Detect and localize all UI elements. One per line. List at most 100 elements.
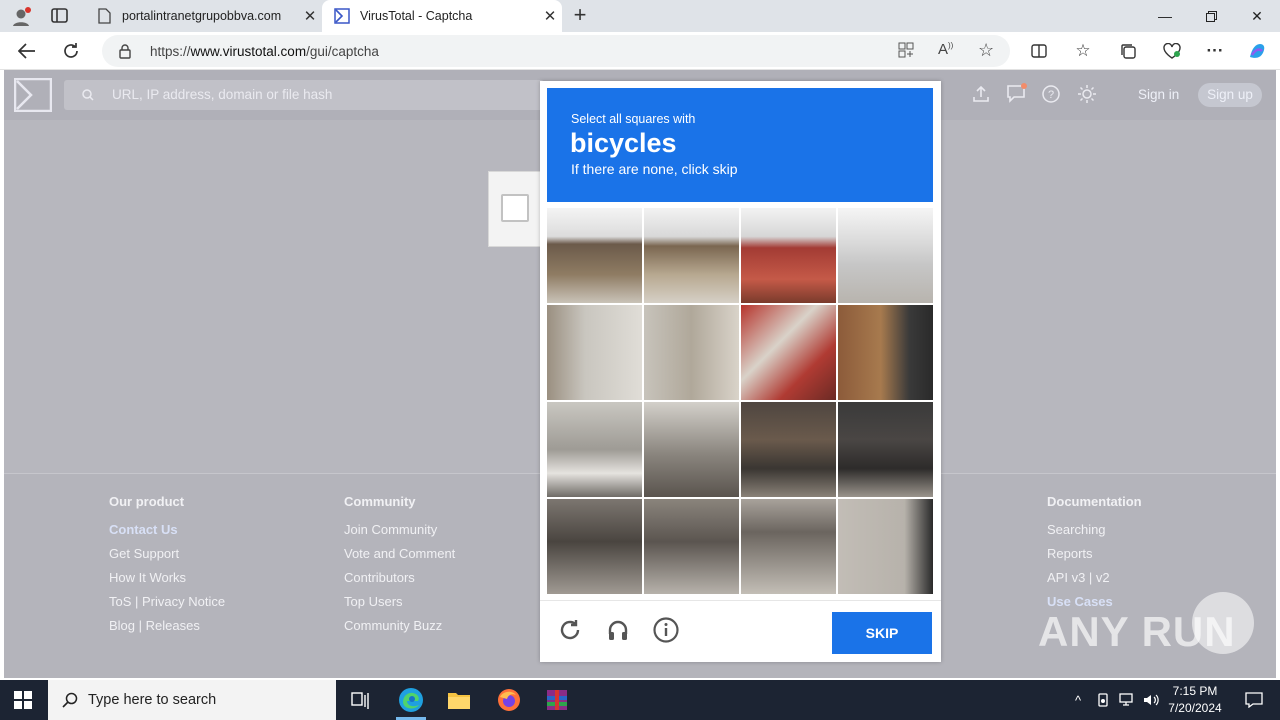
- tab-actions-icon[interactable]: [50, 7, 70, 25]
- collections-icon[interactable]: [1113, 36, 1143, 66]
- footer-community: Community Join Community Vote and Commen…: [344, 494, 455, 642]
- virustotal-logo[interactable]: [13, 77, 53, 117]
- split-screen-icon[interactable]: [1024, 36, 1054, 66]
- footer-heading: Community: [344, 494, 416, 509]
- network-icon[interactable]: [1116, 680, 1138, 720]
- captcha-tile[interactable]: [838, 305, 933, 400]
- tab-title: VirusTotal - Captcha: [360, 9, 473, 23]
- skip-button[interactable]: SKIP: [832, 612, 932, 654]
- sign-up-button[interactable]: Sign up: [1198, 83, 1262, 107]
- volume-icon[interactable]: [1140, 680, 1162, 720]
- back-icon[interactable]: [12, 36, 42, 66]
- windows-start-icon[interactable]: [0, 680, 46, 720]
- close-tab-icon[interactable]: ✕: [538, 7, 562, 25]
- captcha-tile[interactable]: [838, 208, 933, 303]
- task-view-icon[interactable]: [338, 680, 384, 720]
- anyrun-play-icon: [1192, 592, 1254, 654]
- favorites-icon[interactable]: ☆: [1068, 36, 1098, 66]
- theme-toggle-icon[interactable]: [1077, 84, 1097, 109]
- captcha-tile[interactable]: [547, 305, 642, 400]
- captcha-tile[interactable]: [741, 499, 836, 594]
- footer-link-vote-comment[interactable]: Vote and Comment: [344, 546, 455, 563]
- footer-link-contact-us[interactable]: Contact Us: [109, 522, 225, 539]
- show-hidden-icons[interactable]: ^: [1068, 680, 1088, 720]
- footer-link-join-community[interactable]: Join Community: [344, 522, 455, 539]
- footer-link-top-users[interactable]: Top Users: [344, 594, 455, 611]
- footer-link-blog-releases[interactable]: Blog | Releases: [109, 618, 225, 635]
- footer-link-reports[interactable]: Reports: [1047, 546, 1142, 563]
- captcha-tile[interactable]: [644, 305, 739, 400]
- captcha-tile[interactable]: [741, 208, 836, 303]
- captcha-tile[interactable]: [644, 499, 739, 594]
- audio-challenge-icon[interactable]: [603, 615, 633, 645]
- restore-button[interactable]: [1188, 0, 1234, 32]
- captcha-image-grid: [547, 208, 933, 594]
- footer-heading: Our product: [109, 494, 185, 509]
- reload-icon[interactable]: [555, 615, 585, 645]
- captcha-challenge-dialog: Select all squares with bicycles If ther…: [540, 81, 941, 662]
- captcha-tile[interactable]: [741, 305, 836, 400]
- captcha-tile[interactable]: [838, 402, 933, 497]
- footer-link-searching[interactable]: Searching: [1047, 522, 1142, 539]
- captcha-footer: SKIP: [540, 600, 941, 662]
- search-icon: [82, 88, 94, 106]
- new-tab-button[interactable]: +: [568, 4, 592, 28]
- search-icon: [62, 692, 78, 708]
- browser-essentials-icon[interactable]: [1157, 36, 1187, 66]
- tab-portalintranet[interactable]: portalintranetgrupobbva.com ✕: [84, 0, 322, 32]
- captcha-prompt-header: Select all squares with bicycles If ther…: [547, 88, 933, 202]
- footer-link-how-it-works[interactable]: How It Works: [109, 570, 225, 587]
- more-options-icon[interactable]: ···: [1200, 36, 1230, 66]
- refresh-icon[interactable]: [56, 36, 86, 66]
- clock-time: 7:15 PM: [1172, 684, 1218, 698]
- footer-link-contributors[interactable]: Contributors: [344, 570, 455, 587]
- taskbar-clock[interactable]: 7:15 PM 7/20/2024: [1160, 683, 1230, 717]
- footer-link-api[interactable]: API v3 | v2: [1047, 570, 1142, 587]
- favorite-star-icon[interactable]: ☆: [978, 40, 994, 61]
- captcha-tile[interactable]: [644, 402, 739, 497]
- profile-icon[interactable]: [10, 6, 32, 28]
- lock-icon[interactable]: [118, 43, 132, 64]
- captcha-checkbox[interactable]: [501, 194, 529, 222]
- footer-link-community-buzz[interactable]: Community Buzz: [344, 618, 455, 635]
- footer-link-get-support[interactable]: Get Support: [109, 546, 225, 563]
- notifications-center-icon[interactable]: [1234, 680, 1274, 720]
- close-window-button[interactable]: ✕: [1234, 0, 1280, 32]
- captcha-instruction: Select all squares with: [571, 112, 696, 126]
- copilot-icon[interactable]: [1242, 36, 1272, 66]
- captcha-tile[interactable]: [547, 208, 642, 303]
- browser-toolbar: https://www.virustotal.com/gui/captcha A…: [0, 32, 1280, 70]
- help-icon[interactable]: ?: [1042, 85, 1060, 108]
- captcha-tile[interactable]: [838, 499, 933, 594]
- search-input[interactable]: URL, IP address, domain or file hash: [64, 80, 544, 110]
- close-tab-icon[interactable]: ✕: [298, 7, 322, 25]
- minimize-button[interactable]: —: [1142, 0, 1188, 32]
- notifications-icon[interactable]: [1006, 83, 1028, 108]
- footer-our-product: Our product Contact Us Get Support How I…: [109, 494, 225, 642]
- taskbar-search-box[interactable]: Type here to search: [48, 680, 336, 720]
- tab-virustotal-captcha[interactable]: VirusTotal - Captcha ✕: [322, 0, 562, 32]
- search-placeholder: URL, IP address, domain or file hash: [112, 87, 333, 102]
- captcha-tile[interactable]: [741, 402, 836, 497]
- winrar-icon[interactable]: [534, 680, 580, 720]
- recaptcha-checkbox-card: [488, 171, 548, 247]
- info-icon[interactable]: [651, 615, 681, 645]
- apps-icon[interactable]: [898, 42, 914, 63]
- device-icon[interactable]: [1092, 680, 1114, 720]
- captcha-tile[interactable]: [644, 208, 739, 303]
- upload-icon[interactable]: [972, 85, 990, 108]
- browser-tab-strip: portalintranetgrupobbva.com ✕ VirusTotal…: [0, 0, 1280, 32]
- edge-taskbar-icon[interactable]: [388, 680, 434, 720]
- captcha-tile[interactable]: [547, 499, 642, 594]
- address-bar[interactable]: https://www.virustotal.com/gui/captcha A…: [102, 35, 1010, 67]
- read-aloud-icon[interactable]: A)): [938, 41, 953, 58]
- page-icon: [96, 8, 112, 24]
- captcha-tile[interactable]: [547, 402, 642, 497]
- taskbar-search-placeholder: Type here to search: [88, 692, 217, 708]
- sign-in-link[interactable]: Sign in: [1138, 87, 1179, 102]
- svg-text:?: ?: [1048, 89, 1054, 101]
- footer-link-tos-privacy[interactable]: ToS | Privacy Notice: [109, 594, 225, 611]
- captcha-target-word: bicycles: [570, 128, 677, 158]
- firefox-icon[interactable]: [486, 680, 532, 720]
- file-explorer-icon[interactable]: [436, 680, 482, 720]
